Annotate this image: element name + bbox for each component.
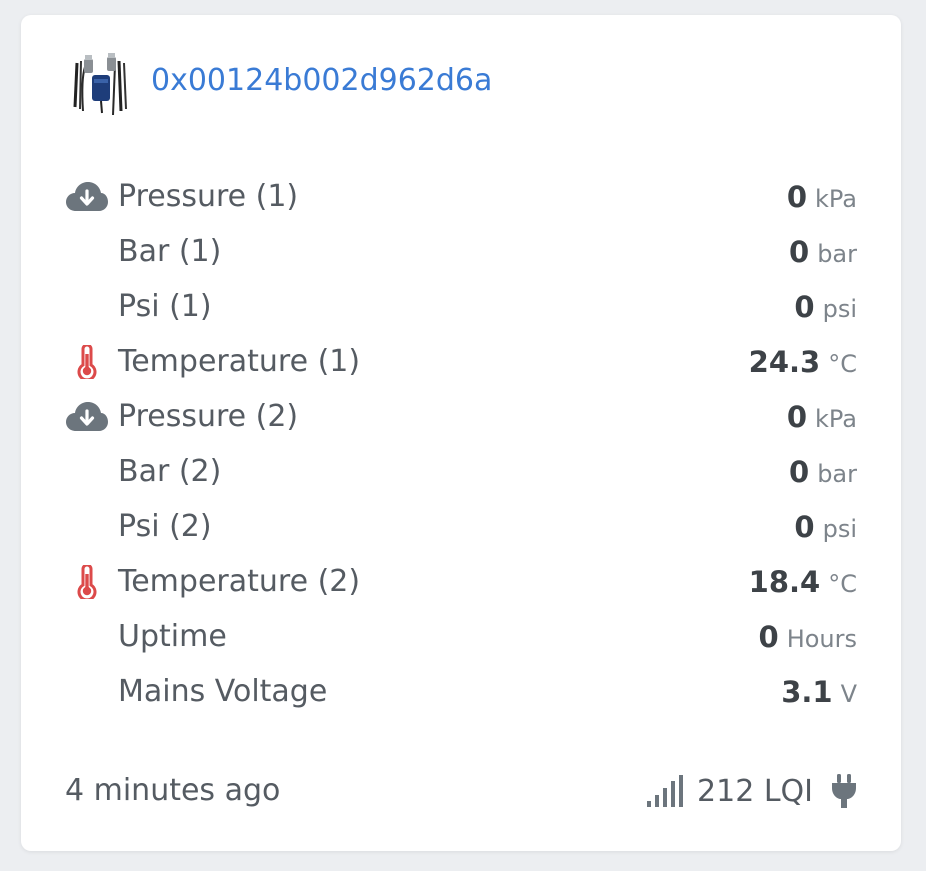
reading-label: Temperature (2): [118, 564, 361, 599]
reading-number: 3.1: [781, 674, 833, 709]
reading-value: 0 Hours: [759, 620, 858, 654]
reading-unit: kPa: [815, 404, 857, 433]
reading-row: Pressure (1) 0 kPa: [65, 169, 857, 224]
reading-label: Temperature (1): [118, 344, 361, 379]
reading-row: Temperature (2) 18.4 °C: [65, 554, 857, 609]
reading-value: 0 psi: [794, 510, 857, 544]
readings-list: Pressure (1) 0 kPa Bar (1) 0 bar Psi (1)…: [65, 169, 857, 719]
reading-label: Psi (1): [118, 289, 212, 324]
reading-label: Bar (2): [118, 454, 222, 489]
reading-unit: psi: [822, 294, 857, 323]
card-footer: 4 minutes ago 212 LQI: [65, 770, 857, 812]
reading-number: 24.3: [748, 344, 821, 379]
reading-unit: V: [840, 679, 857, 708]
reading-number: 0: [789, 234, 810, 269]
reading-number: 0: [794, 289, 815, 324]
reading-row: Bar (2) 0 bar: [65, 444, 857, 499]
reading-label: Pressure (1): [118, 179, 299, 214]
reading-unit: bar: [817, 459, 857, 488]
reading-number: 0: [758, 619, 779, 654]
reading-value: 18.4 °C: [749, 565, 857, 599]
reading-number: 0: [789, 454, 810, 489]
last-seen-text: 4 minutes ago: [65, 773, 281, 808]
reading-unit: psi: [822, 514, 857, 543]
reading-row: Uptime 0 Hours: [65, 609, 857, 664]
reading-label: Psi (2): [118, 509, 212, 544]
reading-unit: bar: [817, 239, 857, 268]
reading-row: Mains Voltage 3.1 V: [65, 664, 857, 719]
reading-unit: °C: [828, 569, 857, 598]
cloud-download-icon: [65, 179, 109, 215]
device-sensor-image: [73, 53, 127, 116]
reading-number: 0: [786, 399, 807, 434]
cloud-download-icon: [65, 399, 109, 435]
plug-icon: [831, 774, 857, 808]
reading-value: 0 kPa: [787, 180, 857, 214]
reading-value: 0 psi: [794, 290, 857, 324]
reading-value: 0 bar: [789, 235, 857, 269]
reading-value: 0 bar: [789, 455, 857, 489]
reading-value: 0 kPa: [787, 400, 857, 434]
reading-row: Temperature (1) 24.3 °C: [65, 334, 857, 389]
reading-label: Uptime: [118, 619, 227, 654]
thermometer-icon: [65, 344, 109, 380]
reading-unit: kPa: [815, 184, 857, 213]
reading-number: 18.4: [748, 564, 821, 599]
signal-bars-icon: [647, 775, 684, 807]
reading-value: 3.1 V: [781, 675, 857, 709]
reading-number: 0: [786, 179, 807, 214]
reading-row: Psi (2) 0 psi: [65, 499, 857, 554]
reading-unit: Hours: [786, 624, 857, 653]
thermometer-icon: [65, 564, 109, 600]
reading-number: 0: [794, 509, 815, 544]
reading-row: Bar (1) 0 bar: [65, 224, 857, 279]
lqi-value: 212 LQI: [697, 773, 813, 809]
reading-value: 24.3 °C: [749, 345, 857, 379]
device-title-link[interactable]: 0x00124b002d962d6a: [151, 61, 492, 101]
reading-label: Bar (1): [118, 234, 222, 269]
reading-label: Pressure (2): [118, 399, 299, 434]
link-quality: 212 LQI: [647, 770, 857, 812]
reading-row: Psi (1) 0 psi: [65, 279, 857, 334]
device-card: 0x00124b002d962d6a Pressure (1) 0 kPa Ba…: [21, 15, 901, 851]
reading-row: Pressure (2) 0 kPa: [65, 389, 857, 444]
reading-unit: °C: [828, 349, 857, 378]
reading-label: Mains Voltage: [118, 674, 328, 709]
